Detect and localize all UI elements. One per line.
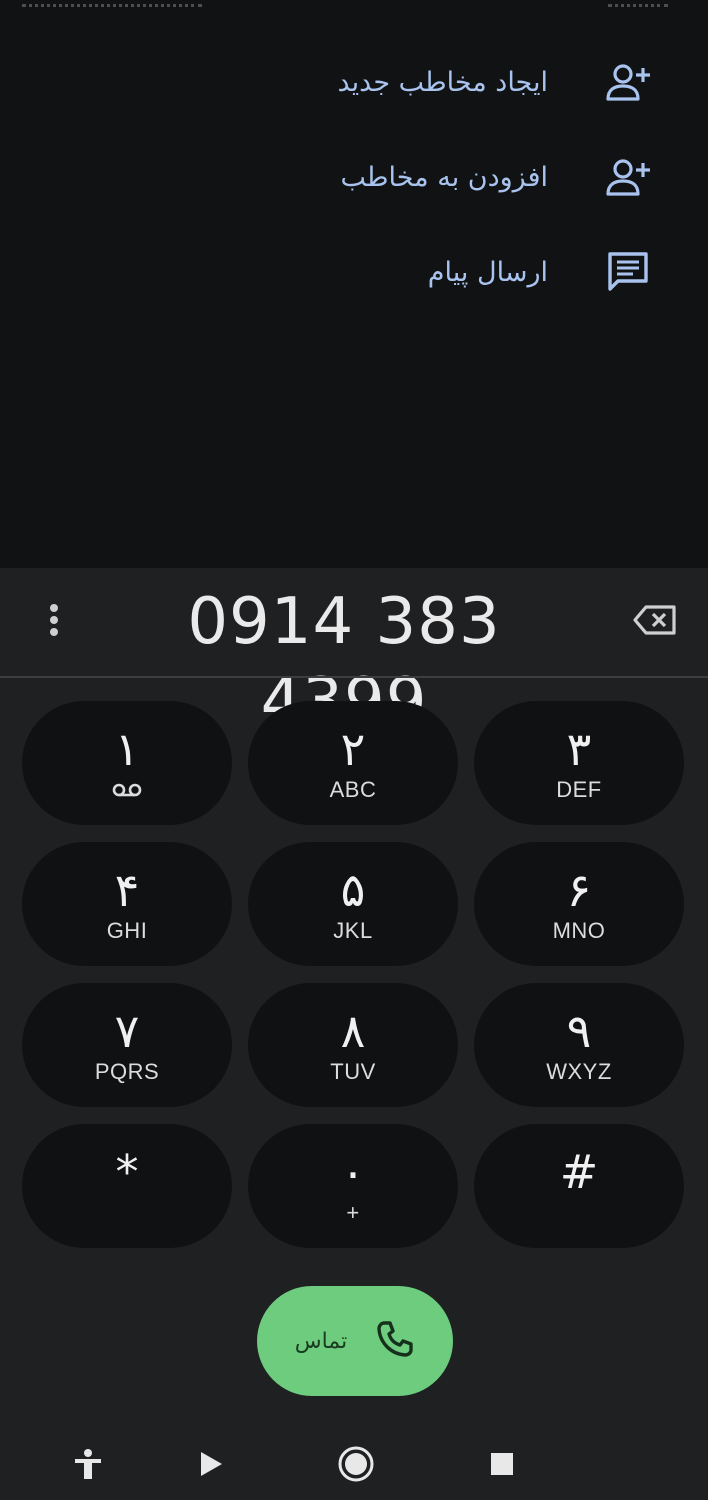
key-digit: ۶ (566, 863, 592, 917)
suggestions-area: ایجاد مخاطب جدید افزودن به مخاطب ارسال پ… (0, 0, 708, 568)
key-letters: TUV (330, 1059, 376, 1084)
backspace-button[interactable] (626, 600, 684, 644)
more-options-button[interactable] (34, 596, 74, 648)
number-display-row: 0914 383 4399 (0, 568, 708, 739)
key-pound[interactable]: # (474, 1124, 684, 1248)
key-2[interactable]: ۲ ABC (248, 701, 458, 825)
call-button[interactable]: تماس (257, 1286, 453, 1396)
key-digit: ۸ (340, 1004, 366, 1058)
backspace-icon (632, 604, 678, 640)
key-letters: JKL (333, 918, 373, 943)
key-letters: + (346, 1200, 360, 1225)
key-letters: DEF (556, 777, 602, 802)
key-1[interactable]: ۱ (22, 701, 232, 825)
call-label: تماس (294, 1328, 348, 1354)
create-new-contact-button[interactable]: ایجاد مخاطب جدید (337, 52, 652, 112)
key-digit: ۰ (340, 1145, 366, 1199)
key-star[interactable]: * (22, 1124, 232, 1248)
key-letters: GHI (106, 918, 148, 943)
recents-button[interactable] (482, 1446, 522, 1486)
dialed-number[interactable]: 0914 383 4399 (100, 582, 588, 739)
key-letters: ABC (329, 777, 377, 802)
stop-square-icon (489, 1451, 515, 1481)
create-new-contact-label: ایجاد مخاطب جدید (337, 66, 548, 98)
send-message-label: ارسال پیام (427, 256, 548, 288)
key-7[interactable]: ۷ PQRS (22, 983, 232, 1107)
key-digit: ۱ (114, 722, 140, 776)
voicemail-icon (112, 777, 142, 803)
phone-icon (375, 1319, 415, 1363)
system-navigation-bar (0, 1430, 708, 1500)
send-message-button[interactable]: ارسال پیام (428, 242, 652, 302)
key-digit: ۳ (566, 722, 592, 776)
person-add-icon (604, 58, 652, 106)
key-9[interactable]: ۹ WXYZ (474, 983, 684, 1107)
key-6[interactable]: ۶ MNO (474, 842, 684, 966)
add-to-contact-label: افزودن به مخاطب (340, 161, 548, 193)
key-digit: ۲ (340, 722, 366, 776)
accessibility-button[interactable] (68, 1446, 108, 1486)
key-digit: ۴ (114, 863, 140, 917)
status-bar (0, 0, 708, 14)
key-digit: ۷ (114, 1004, 140, 1058)
key-letters: WXYZ (546, 1059, 612, 1084)
key-letters: MNO (552, 918, 606, 943)
key-5[interactable]: ۵ JKL (248, 842, 458, 966)
home-circle-icon (337, 1445, 375, 1487)
home-button[interactable] (336, 1446, 376, 1486)
person-add-icon (604, 153, 652, 201)
key-4[interactable]: ۴ GHI (22, 842, 232, 966)
divider (0, 676, 708, 678)
play-icon (198, 1450, 224, 1482)
key-letters: PQRS (94, 1059, 160, 1084)
key-digit: # (559, 1145, 599, 1199)
add-to-contact-button[interactable]: افزودن به مخاطب (341, 147, 652, 207)
key-3[interactable]: ۳ DEF (474, 701, 684, 825)
key-8[interactable]: ۸ TUV (248, 983, 458, 1107)
play-button[interactable] (191, 1446, 231, 1486)
key-digit: ۵ (340, 863, 366, 917)
message-icon (604, 248, 652, 296)
dialpad-panel: 0914 383 4399 ۱ ۲ ABC (0, 568, 708, 1500)
key-digit: * (115, 1145, 139, 1199)
more-vert-icon (49, 603, 59, 641)
accessibility-icon (73, 1448, 103, 1484)
key-0[interactable]: ۰ + (248, 1124, 458, 1248)
key-digit: ۹ (566, 1004, 592, 1058)
